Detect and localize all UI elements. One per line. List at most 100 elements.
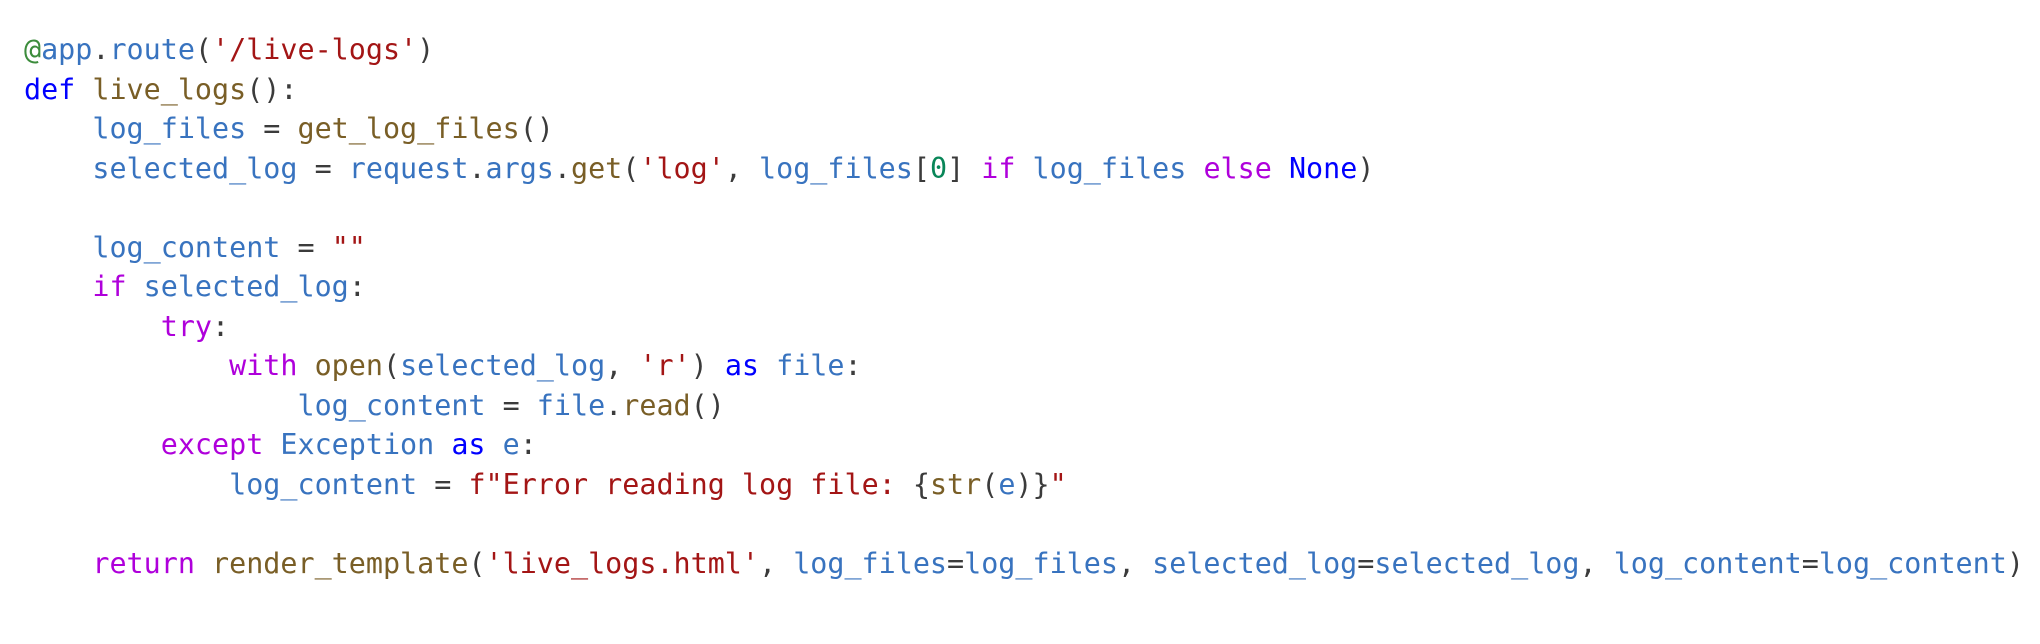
code-line: if selected_log: bbox=[24, 267, 2040, 307]
code-token: str bbox=[929, 467, 982, 501]
code-token: () bbox=[690, 388, 725, 422]
code-token: except bbox=[160, 428, 264, 461]
code-line: @app.route('/live-logs') bbox=[24, 30, 2040, 70]
code-line: with open(selected_log, 'r') as file: bbox=[24, 346, 2040, 386]
code-line: log_content = "" bbox=[24, 228, 2040, 268]
code-token: = bbox=[246, 112, 298, 145]
code-token: , bbox=[1579, 546, 1614, 580]
code-line: selected_log = request.args.get('log', l… bbox=[24, 149, 2040, 189]
code-line: log_files = get_log_files() bbox=[24, 109, 2040, 149]
code-token: '/live-logs' bbox=[212, 33, 418, 66]
code-token: log_files bbox=[92, 112, 247, 145]
code-token: , bbox=[759, 546, 794, 580]
code-token: ( bbox=[468, 546, 486, 580]
code-token: 'r' bbox=[639, 349, 691, 382]
code-token: ) bbox=[417, 33, 435, 66]
code-token: selected_log bbox=[92, 151, 298, 185]
code-token: f"Error reading log file: bbox=[468, 467, 913, 501]
code-token: selected_log bbox=[1152, 546, 1358, 580]
code-token: " bbox=[1049, 467, 1067, 501]
code-token: if bbox=[981, 151, 1016, 185]
code-token: get bbox=[571, 151, 623, 185]
code-token: log_files bbox=[964, 546, 1118, 580]
code-token: = bbox=[280, 230, 332, 264]
code-token: with bbox=[229, 349, 298, 382]
code-line: return render_template('live_logs.html',… bbox=[24, 544, 2040, 584]
code-token: 'live_logs.html' bbox=[485, 546, 759, 580]
code-token: @ bbox=[24, 33, 42, 66]
code-token: def bbox=[24, 72, 76, 106]
code-token: = bbox=[1357, 546, 1375, 580]
code-token: "" bbox=[331, 230, 366, 264]
code-token: read bbox=[622, 388, 691, 422]
code-token: return bbox=[92, 546, 195, 580]
code-token: file bbox=[536, 388, 606, 422]
code-token: : bbox=[844, 349, 862, 382]
code-token: else bbox=[1203, 151, 1272, 185]
code-token: as bbox=[451, 428, 486, 461]
code-token: log_files bbox=[793, 546, 948, 580]
code-token: (): bbox=[246, 72, 298, 106]
code-token: selected_log bbox=[400, 349, 606, 382]
code-token: = bbox=[417, 467, 469, 501]
code-token: if bbox=[92, 270, 127, 303]
code-token: live_logs bbox=[92, 72, 247, 106]
code-token: ( bbox=[981, 467, 999, 501]
code-token: log_content bbox=[92, 230, 281, 264]
code-token: 'log' bbox=[639, 151, 725, 185]
code-token: app bbox=[41, 33, 93, 66]
code-line: except Exception as e: bbox=[24, 425, 2040, 465]
code-token: request bbox=[348, 151, 469, 185]
code-token: log_files bbox=[1032, 151, 1187, 185]
code-token: . bbox=[92, 33, 110, 66]
code-token: . bbox=[468, 151, 486, 185]
code-token: = bbox=[297, 151, 349, 185]
code-token: get_log_files bbox=[297, 112, 520, 145]
code-token: : bbox=[348, 270, 366, 303]
code-line: try: bbox=[24, 307, 2040, 347]
code-token: render_template bbox=[212, 546, 469, 580]
code-token: file bbox=[776, 349, 845, 382]
code-token: ) bbox=[690, 349, 725, 382]
code-token: log_content bbox=[297, 388, 486, 422]
code-token: log_content bbox=[229, 467, 418, 501]
code-token: log_files bbox=[759, 151, 913, 185]
code-token: [ bbox=[912, 151, 930, 185]
code-token: , bbox=[1117, 546, 1153, 580]
code-line: def live_logs(): bbox=[24, 70, 2040, 110]
code-token: route bbox=[109, 33, 195, 66]
code-token: ) bbox=[1357, 151, 1375, 185]
code-token: open bbox=[314, 349, 383, 382]
code-token: log_content bbox=[1818, 546, 2007, 580]
code-token: = bbox=[485, 388, 537, 422]
code-token: : bbox=[519, 428, 537, 461]
code-token: selected_log bbox=[1374, 546, 1580, 580]
code-token: . bbox=[553, 151, 571, 185]
code-token: , bbox=[724, 151, 760, 185]
code-token: selected_log bbox=[143, 270, 349, 303]
code-view: @app.route('/live-logs') def live_logs():… bbox=[0, 0, 2040, 644]
code-token: try bbox=[160, 309, 213, 343]
code-token: , bbox=[605, 349, 640, 382]
code-token: ( bbox=[622, 151, 640, 185]
code-token: as bbox=[724, 349, 760, 382]
